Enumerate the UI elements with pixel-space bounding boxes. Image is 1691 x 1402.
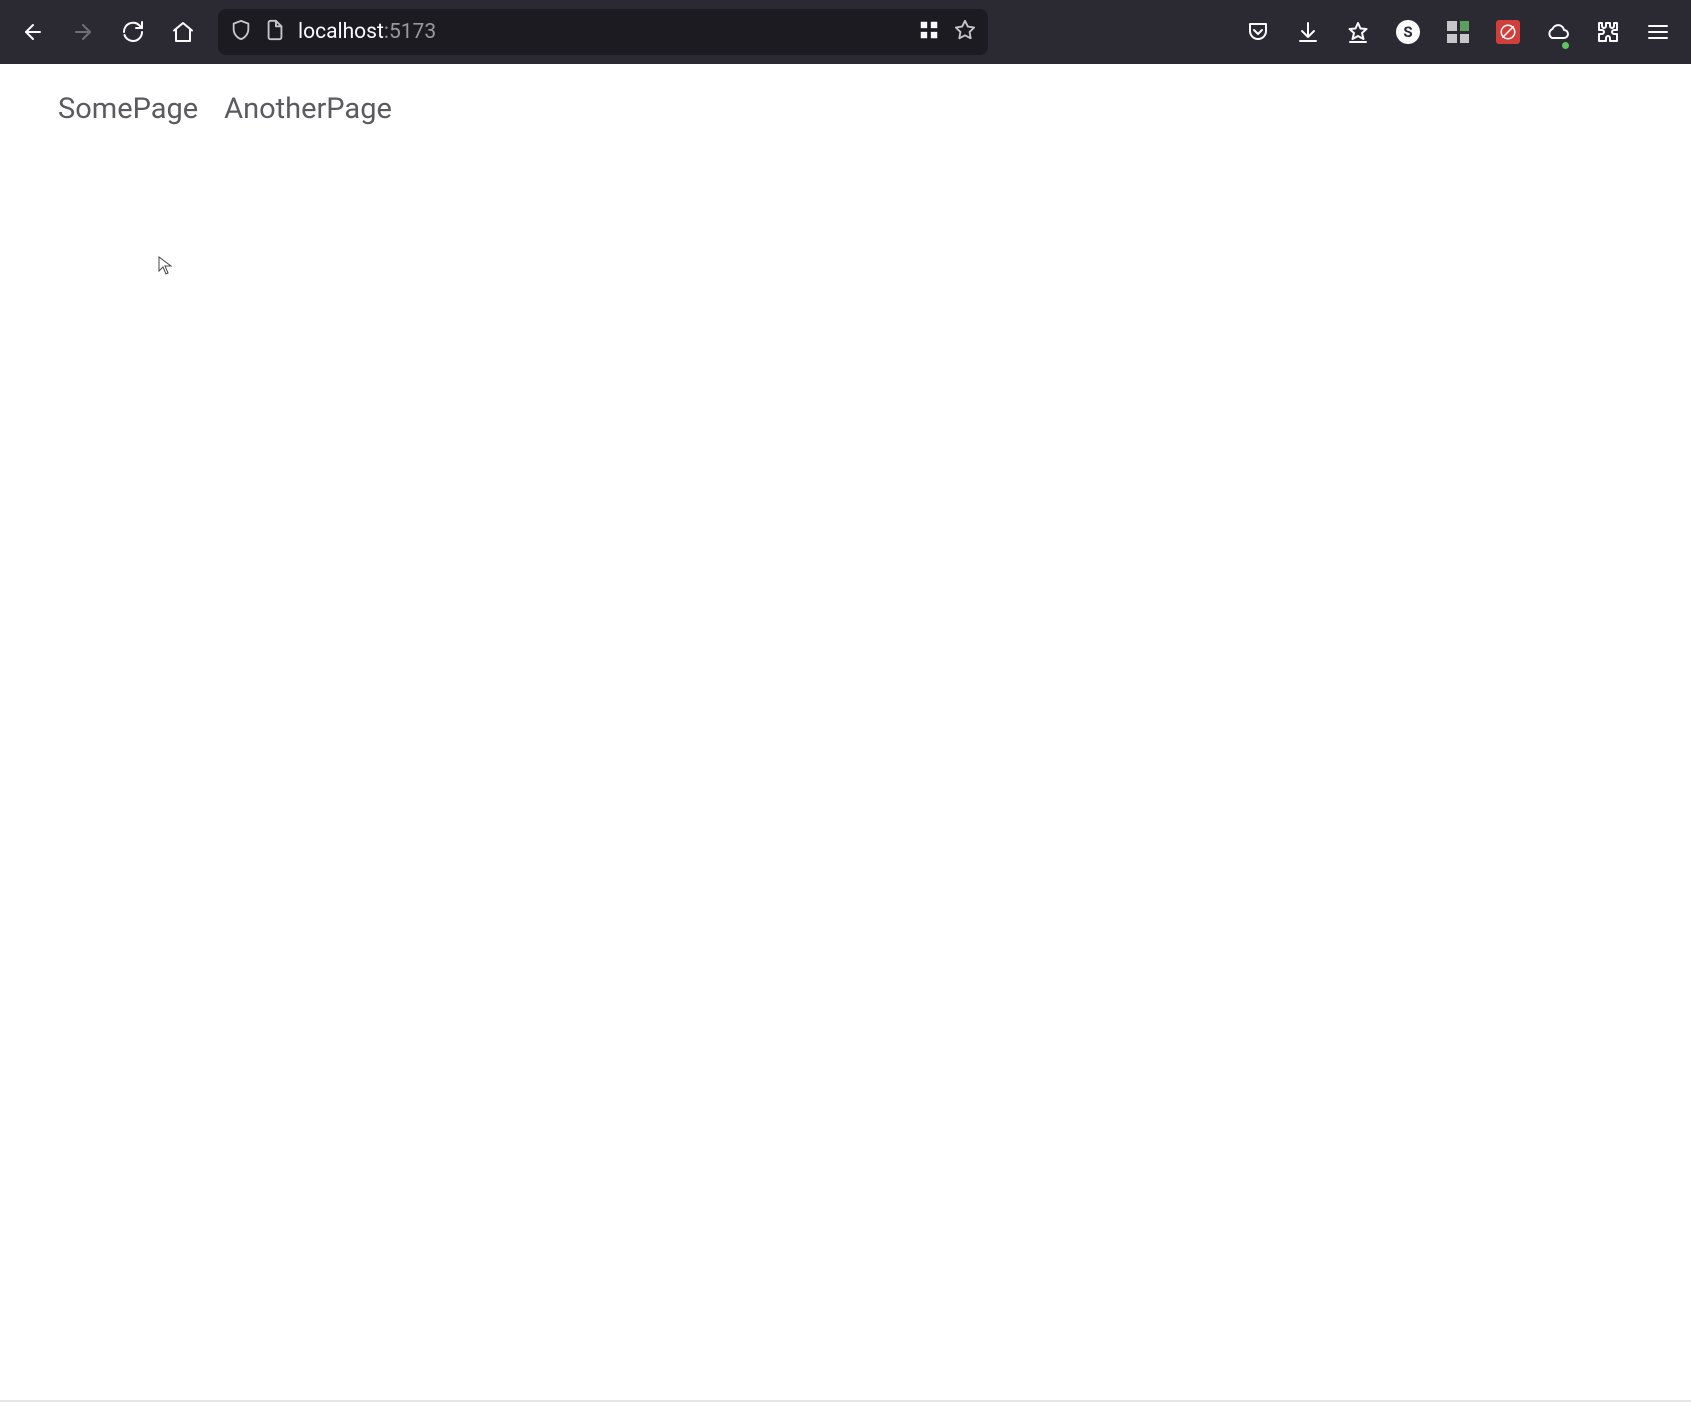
reload-button[interactable] xyxy=(112,11,154,53)
pocket-button[interactable] xyxy=(1237,11,1279,53)
page-content: SomePage AnotherPage xyxy=(0,64,1691,1402)
arrow-right-icon xyxy=(71,20,95,44)
toolbar-right: S xyxy=(1237,11,1679,53)
home-button[interactable] xyxy=(162,11,204,53)
browser-toolbar: localhost:5173 S xyxy=(0,0,1691,64)
back-button[interactable] xyxy=(12,11,54,53)
puzzle-icon xyxy=(1596,20,1620,44)
reload-icon xyxy=(121,20,145,44)
downloads-button[interactable] xyxy=(1287,11,1329,53)
bookmark-star-icon[interactable] xyxy=(954,19,976,45)
browser-window: localhost:5173 S xyxy=(0,0,1691,1402)
url-host: localhost xyxy=(298,20,384,44)
extension-s-button[interactable]: S xyxy=(1387,11,1429,53)
nav-link-anotherpage[interactable]: AnotherPage xyxy=(224,92,392,126)
cursor-icon xyxy=(158,256,172,276)
extension-red-button[interactable] xyxy=(1487,11,1529,53)
cloud-sync-button[interactable] xyxy=(1537,11,1579,53)
grid-icon xyxy=(1447,21,1469,43)
qr-grid-icon[interactable] xyxy=(918,19,940,45)
extension-grid-button[interactable] xyxy=(1437,11,1479,53)
nav-link-somepage[interactable]: SomePage xyxy=(58,92,198,126)
noscript-icon xyxy=(1496,20,1520,44)
url-right-controls xyxy=(918,19,976,45)
download-icon xyxy=(1296,20,1320,44)
page-info-icon[interactable] xyxy=(264,19,286,45)
url-port: :5173 xyxy=(384,20,436,44)
star-menu-icon xyxy=(1346,20,1370,44)
hamburger-icon xyxy=(1646,20,1670,44)
bookmarks-menu-button[interactable] xyxy=(1337,11,1379,53)
url-input[interactable]: localhost:5173 xyxy=(298,20,906,44)
shield-icon[interactable] xyxy=(230,19,252,45)
status-dot-icon xyxy=(1562,42,1569,49)
extensions-button[interactable] xyxy=(1587,11,1629,53)
pocket-icon xyxy=(1246,20,1270,44)
page-nav: SomePage AnotherPage xyxy=(58,92,1633,126)
cloud-icon xyxy=(1546,20,1570,44)
app-menu-button[interactable] xyxy=(1637,11,1679,53)
arrow-left-icon xyxy=(21,20,45,44)
forward-button xyxy=(62,11,104,53)
letter-s-icon: S xyxy=(1396,20,1420,44)
url-bar[interactable]: localhost:5173 xyxy=(218,9,988,55)
home-icon xyxy=(171,20,195,44)
